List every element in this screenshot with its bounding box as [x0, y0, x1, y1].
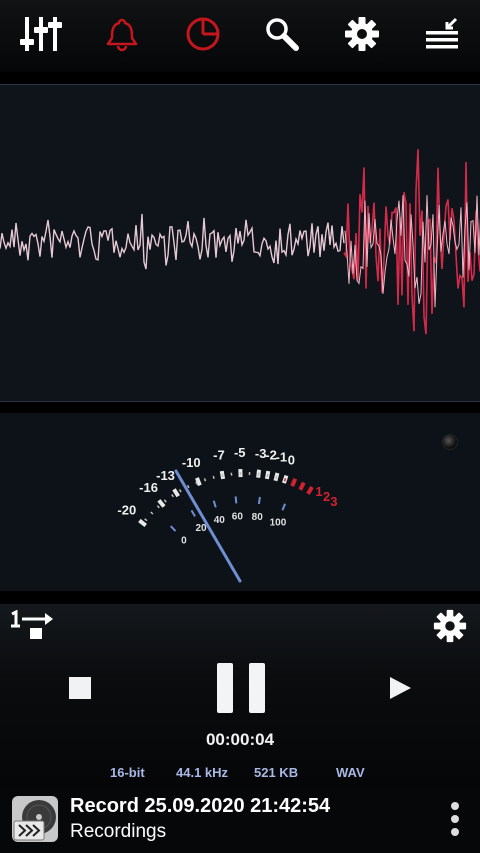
- clip-indicator-led: [442, 434, 458, 450]
- vu-minor-tick: [266, 473, 269, 478]
- vu-db-tick: [157, 499, 166, 508]
- vu-minor-tick: [186, 484, 190, 489]
- vu-minor-tick: [275, 475, 278, 479]
- recording-title: Record 25.09.2020 21:42:54: [70, 795, 331, 817]
- vu-percent-tick: [257, 496, 261, 505]
- vu-db-label: -5: [234, 445, 246, 460]
- settings-gear-icon[interactable]: [340, 12, 384, 56]
- vu-minor-tick: [195, 481, 198, 485]
- format-label: WAV: [336, 765, 365, 780]
- vu-percent-tick: [234, 496, 238, 504]
- input-select-icon[interactable]: [8, 610, 56, 642]
- vu-db-label: -1: [276, 449, 288, 464]
- vu-percent-tick: [169, 525, 177, 532]
- vu-needle: [174, 469, 242, 583]
- vu-percent-tick: [190, 509, 196, 517]
- vu-percent-label: 60: [232, 511, 244, 522]
- vu-percent-tick: [281, 503, 287, 511]
- vu-db-label: 3: [330, 494, 337, 509]
- vu-minor-tick: [171, 493, 175, 498]
- play-icon[interactable]: [386, 674, 414, 702]
- vu-minor-tick: [156, 505, 160, 509]
- vu-db-label: -10: [182, 455, 201, 470]
- vu-db-label: -20: [117, 503, 136, 518]
- vu-db-tick: [138, 518, 147, 528]
- more-options-icon[interactable]: [446, 800, 464, 840]
- vu-db-label: -7: [213, 447, 225, 462]
- vu-minor-tick: [212, 475, 215, 479]
- vu-percent-label: 0: [181, 536, 187, 547]
- vu-db-label: 1: [315, 484, 322, 499]
- vu-percent-label: 100: [270, 517, 287, 528]
- vu-db-tick: [195, 477, 202, 487]
- vu-db-tick: [306, 485, 314, 495]
- vu-db-tick: [172, 488, 180, 498]
- vu-minor-tick: [163, 499, 167, 503]
- vu-meter-panel: -20 -16 -13 -10 -7 -5 -3 -2 -1 0 1 2 3 0 20 40 60 80 100: [0, 413, 480, 591]
- recordings-list-icon[interactable]: [420, 12, 464, 56]
- pause-icon[interactable]: [210, 660, 272, 716]
- vu-minor-tick: [178, 489, 182, 493]
- vu-db-label: 0: [288, 452, 295, 467]
- recording-disk-icon[interactable]: [11, 795, 59, 843]
- vu-percent-label: 80: [252, 512, 264, 523]
- vu-minor-tick: [283, 478, 287, 482]
- waveform-graph: [0, 149, 480, 335]
- vu-db-label: -13: [156, 468, 175, 483]
- file-size-label: 521 KB: [254, 765, 299, 780]
- vu-meter: -20-16-13-10-7 -5 -3-2-1 01 2 3 02040 60 80100: [117, 445, 337, 583]
- alarm-bell-icon[interactable]: [100, 12, 144, 56]
- sample-rate-label: 44.1 kHz: [176, 765, 229, 780]
- stop-icon[interactable]: [66, 674, 94, 702]
- timer-pie-icon[interactable]: [181, 12, 225, 56]
- vu-minor-tick: [292, 481, 295, 485]
- recording-folder: Recordings: [70, 821, 167, 842]
- vu-minor-tick: [203, 478, 207, 482]
- vu-percent-label: 20: [195, 523, 207, 534]
- record-settings-gear-icon[interactable]: [430, 606, 470, 646]
- waveform-panel: [0, 84, 480, 402]
- vu-minor-tick: [144, 518, 148, 522]
- vu-db-label: 2: [323, 489, 330, 504]
- vu-percent-tick: [212, 500, 217, 508]
- elapsed-time: 00:00:04: [205, 730, 275, 749]
- top-toolbar: [0, 0, 480, 72]
- bit-depth-label: 16-bit: [110, 765, 145, 780]
- equalizer-icon[interactable]: [19, 12, 63, 56]
- vu-percent-label: 40: [214, 515, 226, 526]
- vu-minor-tick: [221, 473, 224, 478]
- search-icon[interactable]: [260, 12, 304, 56]
- vu-minor-tick: [150, 511, 154, 515]
